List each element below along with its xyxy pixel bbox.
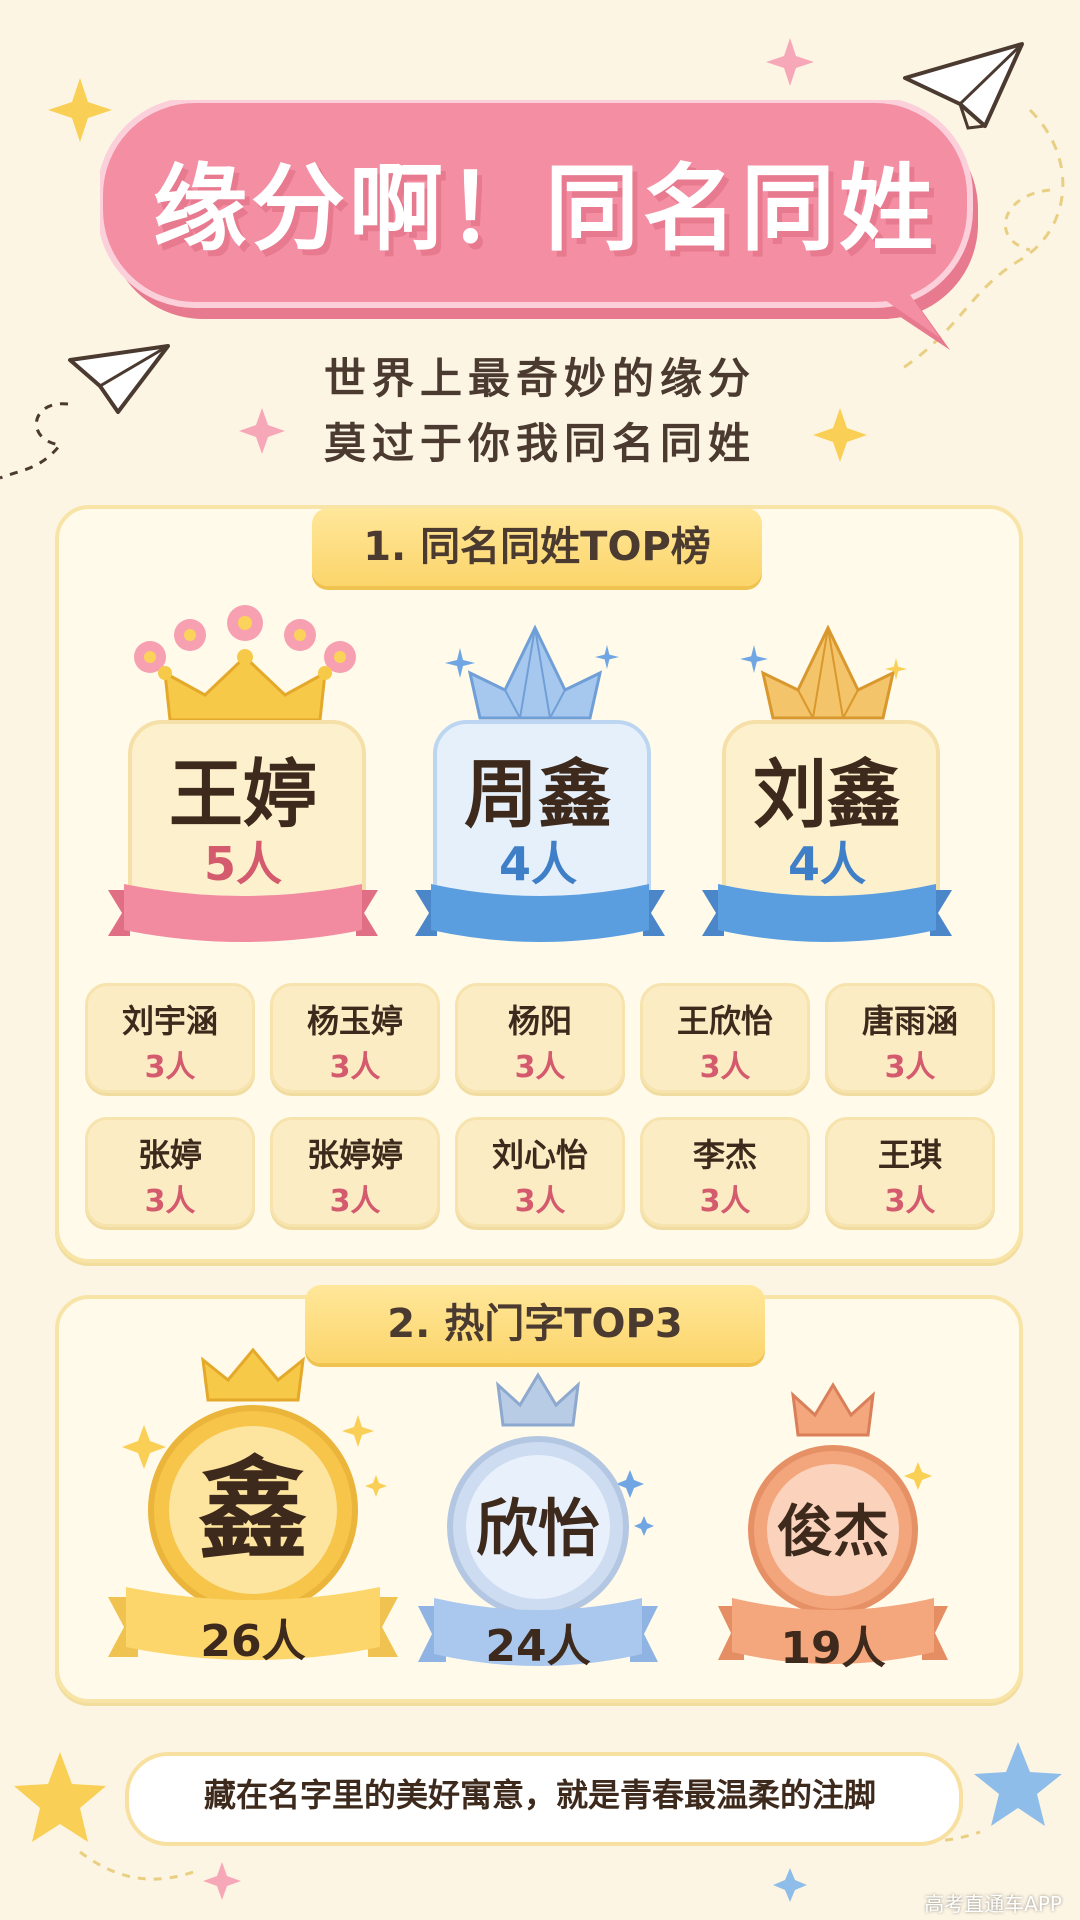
name-card: 王琪 3人 <box>825 1117 995 1227</box>
name-card-count: 3人 <box>699 1050 751 1085</box>
name-card: 唐雨涵 3人 <box>825 983 995 1093</box>
sparkle-icon <box>773 1868 807 1902</box>
name-card: 李杰 3人 <box>640 1117 810 1227</box>
subtitle-line-2: 莫过于你我同名同姓 <box>323 419 756 468</box>
name-card-name: 张婷 <box>137 1136 202 1174</box>
name-card-name: 唐雨涵 <box>861 1002 958 1040</box>
name-card-count: 3人 <box>699 1184 751 1219</box>
sparkle-icon <box>766 38 814 86</box>
name-card-count: 3人 <box>884 1050 936 1085</box>
sparkle-icon <box>445 648 475 678</box>
ribbon-blue <box>702 884 952 942</box>
ribbon-blue <box>415 884 665 942</box>
page-title: 缘分啊！同名同姓 <box>152 155 937 264</box>
footer-note: 藏在名字里的美好寓意，就是青春最温柔的注脚 <box>203 1776 876 1814</box>
gold-crystal-crown-icon <box>760 624 896 720</box>
hot-count-2: 24人 <box>485 1621 591 1672</box>
section-1-label: 1. 同名同姓TOP榜 <box>312 508 762 586</box>
hot-count-1: 26人 <box>200 1616 306 1667</box>
sparkle-icon <box>885 658 907 680</box>
name-card-name: 李杰 <box>692 1136 757 1174</box>
flower-crown-icon <box>134 605 356 722</box>
hot-count-3: 19人 <box>780 1623 886 1674</box>
name-card-count: 3人 <box>514 1184 566 1219</box>
name-card: 张婷 3人 <box>85 1117 255 1227</box>
name-card-name: 王琪 <box>877 1136 942 1174</box>
watermark: 高考直通车APP <box>924 1892 1062 1916</box>
name-card-count: 3人 <box>329 1050 381 1085</box>
name-card-name: 刘心怡 <box>491 1136 588 1174</box>
top-3-name: 刘鑫 <box>753 752 901 838</box>
crystal-crown-icon <box>467 624 603 720</box>
name-card-count: 3人 <box>144 1184 196 1219</box>
name-card-name: 王欣怡 <box>676 1002 773 1040</box>
sparkle-icon <box>595 645 619 669</box>
name-card-name: 杨玉婷 <box>306 1002 403 1040</box>
name-card-count: 3人 <box>144 1050 196 1085</box>
sparkle-icon <box>740 645 768 673</box>
name-card-count: 3人 <box>329 1184 381 1219</box>
name-card-count: 3人 <box>514 1050 566 1085</box>
name-card-count: 3人 <box>884 1184 936 1219</box>
name-card: 刘宇涵 3人 <box>85 983 255 1093</box>
star-icon <box>974 1742 1062 1826</box>
hot-char-3: 俊杰 <box>777 1500 889 1565</box>
hot-char-2: 欣怡 <box>475 1492 600 1565</box>
sparkle-icon <box>203 1862 241 1900</box>
name-card: 刘心怡 3人 <box>455 1117 625 1227</box>
name-card: 杨玉婷 3人 <box>270 983 440 1093</box>
name-card-name: 张婷婷 <box>306 1136 403 1174</box>
name-card: 杨阳 3人 <box>455 983 625 1093</box>
ribbon-pink <box>108 884 378 942</box>
top-2-name: 周鑫 <box>464 752 612 838</box>
name-card-name: 杨阳 <box>507 1002 572 1040</box>
name-card: 王欣怡 3人 <box>640 983 810 1093</box>
hot-char-1: 鑫 <box>198 1446 308 1574</box>
subtitle-line-1: 世界上最奇妙的缘分 <box>323 354 756 403</box>
name-card-name: 刘宇涵 <box>121 1002 218 1040</box>
top-1-name: 王婷 <box>169 752 317 838</box>
name-card: 张婷婷 3人 <box>270 1117 440 1227</box>
star-icon <box>14 1752 106 1842</box>
